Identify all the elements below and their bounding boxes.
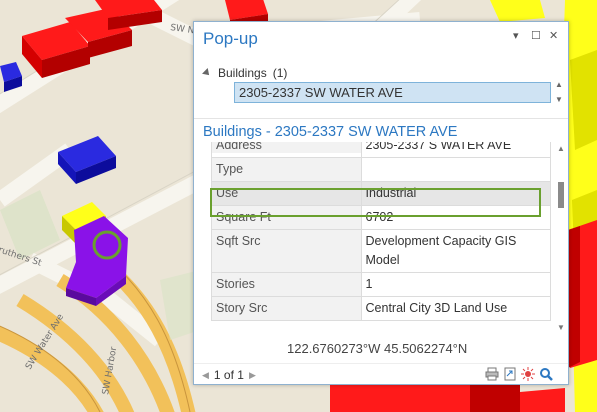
maximize-icon[interactable]: ☐ xyxy=(531,30,541,42)
field-value: 6702 xyxy=(360,205,551,230)
list-scroll-down-icon[interactable]: ▼ xyxy=(555,95,563,104)
list-scroll-up-icon[interactable]: ▲ xyxy=(555,80,563,89)
field-name: Address xyxy=(211,142,362,154)
scroll-thumb[interactable] xyxy=(558,182,564,208)
flash-icon[interactable] xyxy=(521,367,535,381)
pager-label: 1 of 1 xyxy=(213,368,244,382)
print-icon[interactable] xyxy=(485,367,499,381)
popup-window[interactable]: Pop-up ▾ ☐ ✕ Buildings (1) 2305-2337 SW … xyxy=(193,21,569,385)
next-feature-icon[interactable]: ▶ xyxy=(249,370,256,381)
field-value: 1 xyxy=(360,272,551,297)
field-value: Development Capacity GIS Model xyxy=(360,229,551,273)
table-scrollbar[interactable]: ▲ ▼ xyxy=(556,142,566,334)
previous-feature-icon[interactable]: ◀ xyxy=(202,370,209,381)
attribute-table[interactable]: Address 2305-2337 S WATER AVE Type Use I… xyxy=(211,142,551,334)
scroll-down-icon[interactable]: ▼ xyxy=(557,323,565,332)
splitter[interactable] xyxy=(194,118,568,119)
table-row: Square Ft 6702 xyxy=(211,205,551,230)
feature-heading: Buildings - 2305-2337 SW WATER AVE xyxy=(203,124,458,140)
building-red-right xyxy=(568,220,597,368)
popup-title: Pop-up xyxy=(203,29,258,48)
window-menu-icon[interactable]: ▾ xyxy=(513,30,519,42)
table-row: Stories 1 xyxy=(211,272,551,297)
layer-tree-item[interactable]: Buildings (1) xyxy=(202,66,288,80)
popup-titlebar[interactable]: Pop-up ▾ ☐ ✕ xyxy=(194,22,568,56)
export-icon[interactable] xyxy=(503,367,517,381)
field-value: 2305-2337 S WATER AVE xyxy=(360,142,551,154)
table-row: Story Src Central City 3D Land Use xyxy=(211,296,551,321)
selected-feature-item[interactable]: 2305-2337 SW WATER AVE xyxy=(234,82,551,103)
field-value: Central City 3D Land Use xyxy=(360,296,551,321)
collapse-arrow-icon[interactable] xyxy=(202,68,212,78)
zoom-to-icon[interactable] xyxy=(539,367,553,381)
field-name: Type xyxy=(211,157,362,182)
scroll-up-icon[interactable]: ▲ xyxy=(557,144,565,153)
table-row: Type xyxy=(211,157,551,182)
field-value xyxy=(360,157,551,182)
field-name: Sqft Src xyxy=(211,229,362,273)
field-name: Stories xyxy=(211,272,362,297)
coordinates-readout: 122.6760273°W 45.5062274°N xyxy=(287,341,468,356)
field-value: Industrial xyxy=(360,181,551,206)
table-row-highlighted: Use Industrial xyxy=(211,181,551,206)
layer-count: (1) xyxy=(272,66,288,80)
table-row: Address 2305-2337 S WATER AVE xyxy=(211,142,551,158)
table-row: Sqft Src Development Capacity GIS Model xyxy=(211,229,551,273)
layer-name: Buildings xyxy=(218,66,267,80)
pager: ◀ 1 of 1 ▶ xyxy=(202,368,256,382)
popup-footer: ◀ 1 of 1 ▶ xyxy=(194,363,568,384)
field-name: Square Ft xyxy=(211,205,362,230)
field-name: Story Src xyxy=(211,296,362,321)
field-name: Use xyxy=(211,181,362,206)
close-icon[interactable]: ✕ xyxy=(549,30,558,42)
